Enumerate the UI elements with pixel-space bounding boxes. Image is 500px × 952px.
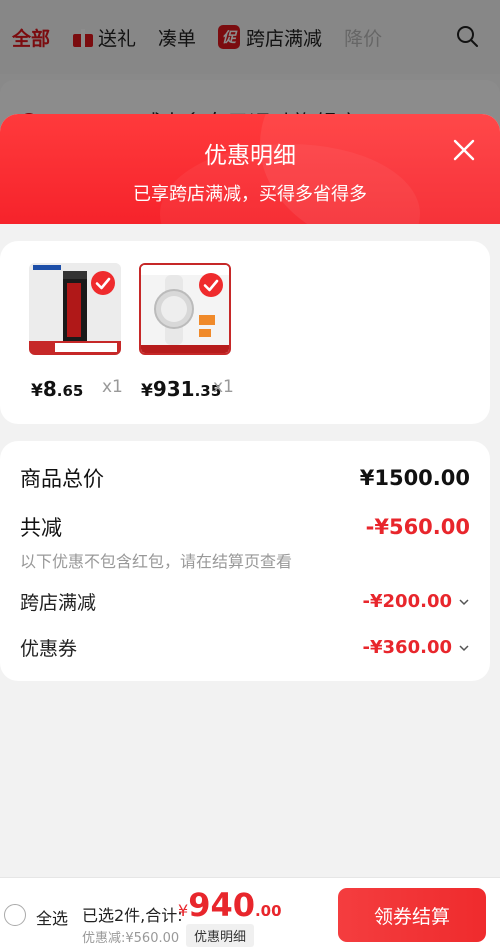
checked-icon [199, 273, 223, 297]
price-integer: 8 [42, 377, 57, 401]
product-qty: x1 [102, 377, 123, 397]
product-price: ¥8.65 [31, 377, 83, 401]
cross-store-discount-label: 跨店满减 [20, 592, 97, 614]
total-row: 商品总价 ¥1500.00 [20, 463, 470, 493]
discount-detail-button[interactable]: 优惠明细 [186, 924, 255, 947]
select-all-label[interactable]: 全选 [36, 905, 68, 929]
price-currency: ¥ [31, 381, 43, 401]
reduce-value: -¥560.00 [365, 515, 470, 539]
price-summary-card: 商品总价 ¥1500.00 共减 -¥560.00 以下优惠不包含红包，请在结算… [0, 441, 490, 681]
watch-product-image [139, 263, 231, 355]
total-decimal: .00 [254, 902, 282, 920]
selected-count-label: 已选2件,合计: [82, 906, 183, 925]
coupon-label: 优惠券 [20, 638, 78, 660]
coupon-row[interactable]: 优惠券 -¥360.00 [20, 634, 470, 661]
close-icon[interactable] [452, 138, 476, 162]
cross-store-discount-row[interactable]: 跨店满减 -¥200.00 [20, 588, 470, 615]
coupon-amount: -¥360.00 [362, 637, 452, 658]
grip-tape-product-image [29, 263, 121, 355]
checkout-bar: 全选 已选2件,合计: ¥940.00 优惠减:¥560.00 优惠明细 领券结… [0, 877, 500, 952]
discount-note: 以下优惠不包含红包，请在结算页查看 [20, 552, 293, 571]
chevron-down-icon [459, 644, 469, 651]
product-list-card: ¥8.65 x1 ¥931.35 x1 [0, 241, 490, 424]
price-currency: ¥ [141, 381, 153, 401]
cross-store-discount-value: -¥200.00 [363, 591, 470, 612]
total-integer: 940 [188, 886, 255, 924]
reduce-row: 共减 -¥560.00 [20, 512, 470, 542]
total-label: 商品总价 [20, 467, 104, 491]
select-all-radio[interactable] [4, 904, 26, 926]
price-decimal: .65 [56, 382, 84, 400]
discount-detail-sheet: 优惠明细 已享跨店满减，买得多省得多 ¥8.65 x1 ¥931.35 x1 商… [0, 114, 500, 952]
sheet-header: 优惠明细 已享跨店满减，买得多省得多 [0, 114, 500, 224]
price-integer: 931 [152, 377, 195, 401]
chevron-down-icon [459, 598, 469, 605]
product-qty: x1 [213, 377, 234, 397]
cross-store-discount-amount: -¥200.00 [362, 591, 452, 612]
reduce-label: 共减 [20, 516, 62, 540]
checkout-button[interactable]: 领券结算 [338, 888, 486, 942]
product-item[interactable] [29, 263, 121, 355]
total-value: ¥1500.00 [359, 466, 470, 490]
checked-icon [91, 271, 115, 295]
product-price: ¥931.35 [141, 377, 221, 401]
total-currency: ¥ [178, 901, 189, 920]
coupon-value: -¥360.00 [363, 637, 470, 658]
sheet-subtitle: 已享跨店满减，买得多省得多 [133, 184, 367, 205]
product-item[interactable] [139, 263, 231, 355]
discount-summary: 优惠减:¥560.00 [82, 931, 180, 946]
total-price: ¥940.00 [178, 886, 282, 924]
sheet-title: 优惠明细 [204, 143, 296, 169]
